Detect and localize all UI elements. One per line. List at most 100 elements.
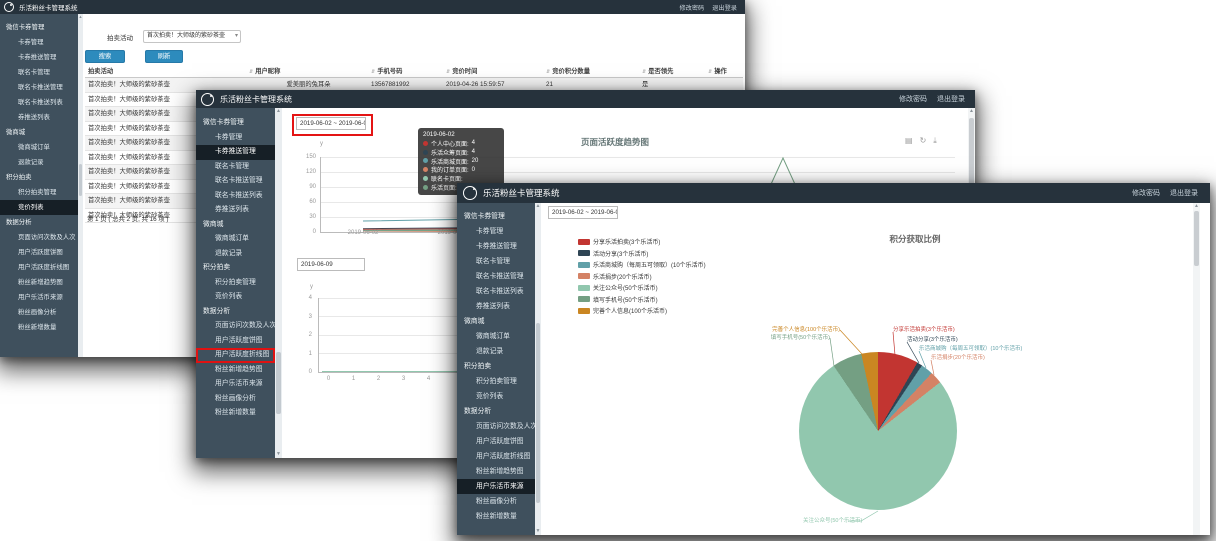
sidebar-item[interactable]: 用户活跃度饼图 [0,245,78,260]
sidebar-item[interactable]: 页面访问次数及人次 [457,419,535,434]
sidebar-item[interactable]: 粉丝新增数量 [0,320,78,335]
sidebar-item[interactable]: 微商城订单 [457,329,535,344]
sidebar-item[interactable]: 用户活跃度折线图 [0,260,78,275]
sidebar-item[interactable]: 用户乐活币来源 [196,377,275,392]
sidebar-item[interactable]: 用户活跃度折线图 [457,449,535,464]
sidebar-item[interactable]: 微商城 [0,125,78,140]
scrollbar-thumb[interactable] [536,323,540,503]
legend-item[interactable]: 活动分享(3个乐活币) [578,248,706,260]
data-view-icon[interactable]: ▤ [905,137,913,145]
sidebar-item[interactable]: 积分拍卖管理 [0,185,78,200]
sidebar-item[interactable]: 用户活跃度饼图 [457,434,535,449]
legend-item[interactable]: 填写手机号(50个乐活币) [578,294,706,306]
logout-link[interactable]: 退出登录 [937,94,965,104]
sidebar-item[interactable]: 联名卡推送管理 [0,80,78,95]
sidebar-item[interactable]: 卡券管理 [196,131,275,146]
sidebar-item[interactable]: 粉丝画像分析 [457,494,535,509]
sidebar-item[interactable]: 积分拍卖管理 [196,276,275,291]
change-password-link[interactable]: 修改密码 [1132,188,1160,198]
sidebar-item[interactable]: 积分拍卖 [196,261,275,276]
sidebar-item[interactable]: 微商城 [196,218,275,233]
sidebar-item[interactable]: 用户活跃度折线图 [196,348,275,363]
scroll-up-icon[interactable]: ▲ [275,108,282,115]
change-password-link[interactable]: 修改密码 [680,3,705,12]
refresh-button[interactable]: 刷新 [145,50,183,63]
sidebar-item[interactable]: 联名卡管理 [457,254,535,269]
sidebar-item[interactable]: 竞价列表 [457,389,535,404]
sidebar-item[interactable]: 粉丝新增趋势图 [196,363,275,378]
column-header[interactable]: 竞价积分数量 [543,66,639,77]
sidebar-item[interactable]: 微信卡券管理 [457,209,535,224]
sidebar-item[interactable]: 卡券推送管理 [457,239,535,254]
date-range-input[interactable]: 2019-06-02 ~ 2019-06-08 [296,117,366,130]
sidebar-item[interactable]: 积分拍卖 [0,170,78,185]
restore-icon[interactable]: ↻ [920,137,927,145]
column-header[interactable]: 拍卖活动 [85,66,246,77]
sidebar-item[interactable]: 竞价列表 [0,200,78,215]
sidebar-item[interactable]: 粉丝新增数量 [457,509,535,524]
sidebar-item[interactable]: 卡券推送管理 [0,50,78,65]
change-password-link[interactable]: 修改密码 [899,94,927,104]
search-button[interactable]: 搜索 [85,50,125,63]
sidebar-item[interactable]: 卡券管理 [457,224,535,239]
sidebar-item[interactable]: 微商城 [457,314,535,329]
content-scrollbar[interactable]: ▲ [1193,203,1200,535]
sidebar-item[interactable]: 粉丝新增趋势图 [0,275,78,290]
sidebar-item[interactable]: 粉丝新增数量 [196,406,275,421]
sidebar-item[interactable]: 用户活跃度饼图 [196,334,275,349]
scroll-down-icon[interactable]: ▼ [275,451,282,458]
sidebar-item[interactable]: 微商城订单 [196,232,275,247]
sidebar-item[interactable]: 竞价列表 [196,290,275,305]
scrollbar-thumb[interactable] [276,352,281,414]
sidebar-item[interactable]: 联名卡推送列表 [0,95,78,110]
sidebar-item[interactable]: 微信卡券管理 [0,20,78,35]
sidebar-item[interactable]: 联名卡推送列表 [196,189,275,204]
sidebar-item[interactable]: 积分拍卖 [457,359,535,374]
sidebar-item[interactable]: 券推送列表 [196,203,275,218]
sidebar-item[interactable]: 微商城订单 [0,140,78,155]
scrollbar-thumb[interactable] [1194,211,1199,266]
sidebar-item[interactable]: 卡券管理 [0,35,78,50]
sidebar-item[interactable]: 退款记录 [457,344,535,359]
sidebar-item[interactable]: 微信卡券管理 [196,116,275,131]
scroll-up-icon[interactable]: ▲ [968,108,975,115]
pie-chart[interactable] [799,352,957,510]
logout-link[interactable]: 退出登录 [712,3,737,12]
sidebar-item[interactable]: 页面访问次数及人次 [0,230,78,245]
sidebar-item[interactable]: 卡券推送管理 [196,145,275,160]
legend-item[interactable]: 乐活捐步(20个乐活币) [578,271,706,283]
column-header[interactable]: 手机号码 [368,66,443,77]
sidebar-item[interactable]: 粉丝新增趋势图 [457,464,535,479]
sidebar-item[interactable]: 积分拍卖管理 [457,374,535,389]
sidebar-item[interactable]: 券推送列表 [0,110,78,125]
legend-item[interactable]: 乐活商城购（每周五可领取）(10个乐活币) [578,259,706,271]
sidebar-item[interactable]: 数据分析 [0,215,78,230]
sidebar-item[interactable]: 联名卡推送列表 [457,284,535,299]
date-input[interactable]: 2019-06-09 [297,258,365,271]
sidebar-item[interactable]: 联名卡管理 [196,160,275,175]
sidebar-item[interactable]: 粉丝画像分析 [196,392,275,407]
column-header[interactable]: 竞价时间 [443,66,543,77]
legend-item[interactable]: 完善个人信息(100个乐活币) [578,305,706,317]
sidebar-item[interactable]: 退款记录 [0,155,78,170]
auction-activity-select[interactable]: 首次拍卖！大师级的紫砂茶壶 [143,30,241,43]
sidebar-item[interactable]: 页面访问次数及人次 [196,319,275,334]
legend-item[interactable]: 关注公众号(50个乐活币) [578,282,706,294]
sidebar-item[interactable]: 数据分析 [196,305,275,320]
logout-link[interactable]: 退出登录 [1170,188,1198,198]
sidebar-item[interactable]: 用户乐活币来源 [0,290,78,305]
date-range-input[interactable]: 2019-06-02 ~ 2019-06-08 [548,206,618,219]
sidebar-item[interactable]: 粉丝画像分析 [0,305,78,320]
sidebar-scrollbar[interactable]: ▲ ▼ [275,108,282,458]
column-header[interactable]: 操作 [705,66,743,77]
scroll-up-icon[interactable]: ▲ [1193,203,1200,210]
sidebar-item[interactable]: 数据分析 [457,404,535,419]
column-header[interactable]: 用户昵称 [246,66,368,77]
sidebar-item[interactable]: 联名卡推送管理 [457,269,535,284]
save-image-icon[interactable]: ⤓ [933,137,937,145]
sidebar-item[interactable]: 联名卡推送管理 [196,174,275,189]
scrollbar-thumb[interactable] [79,164,82,196]
sidebar-item[interactable]: 用户乐活币来源 [457,479,535,494]
sidebar-item[interactable]: 券推送列表 [457,299,535,314]
sidebar-item[interactable]: 退款记录 [196,247,275,262]
